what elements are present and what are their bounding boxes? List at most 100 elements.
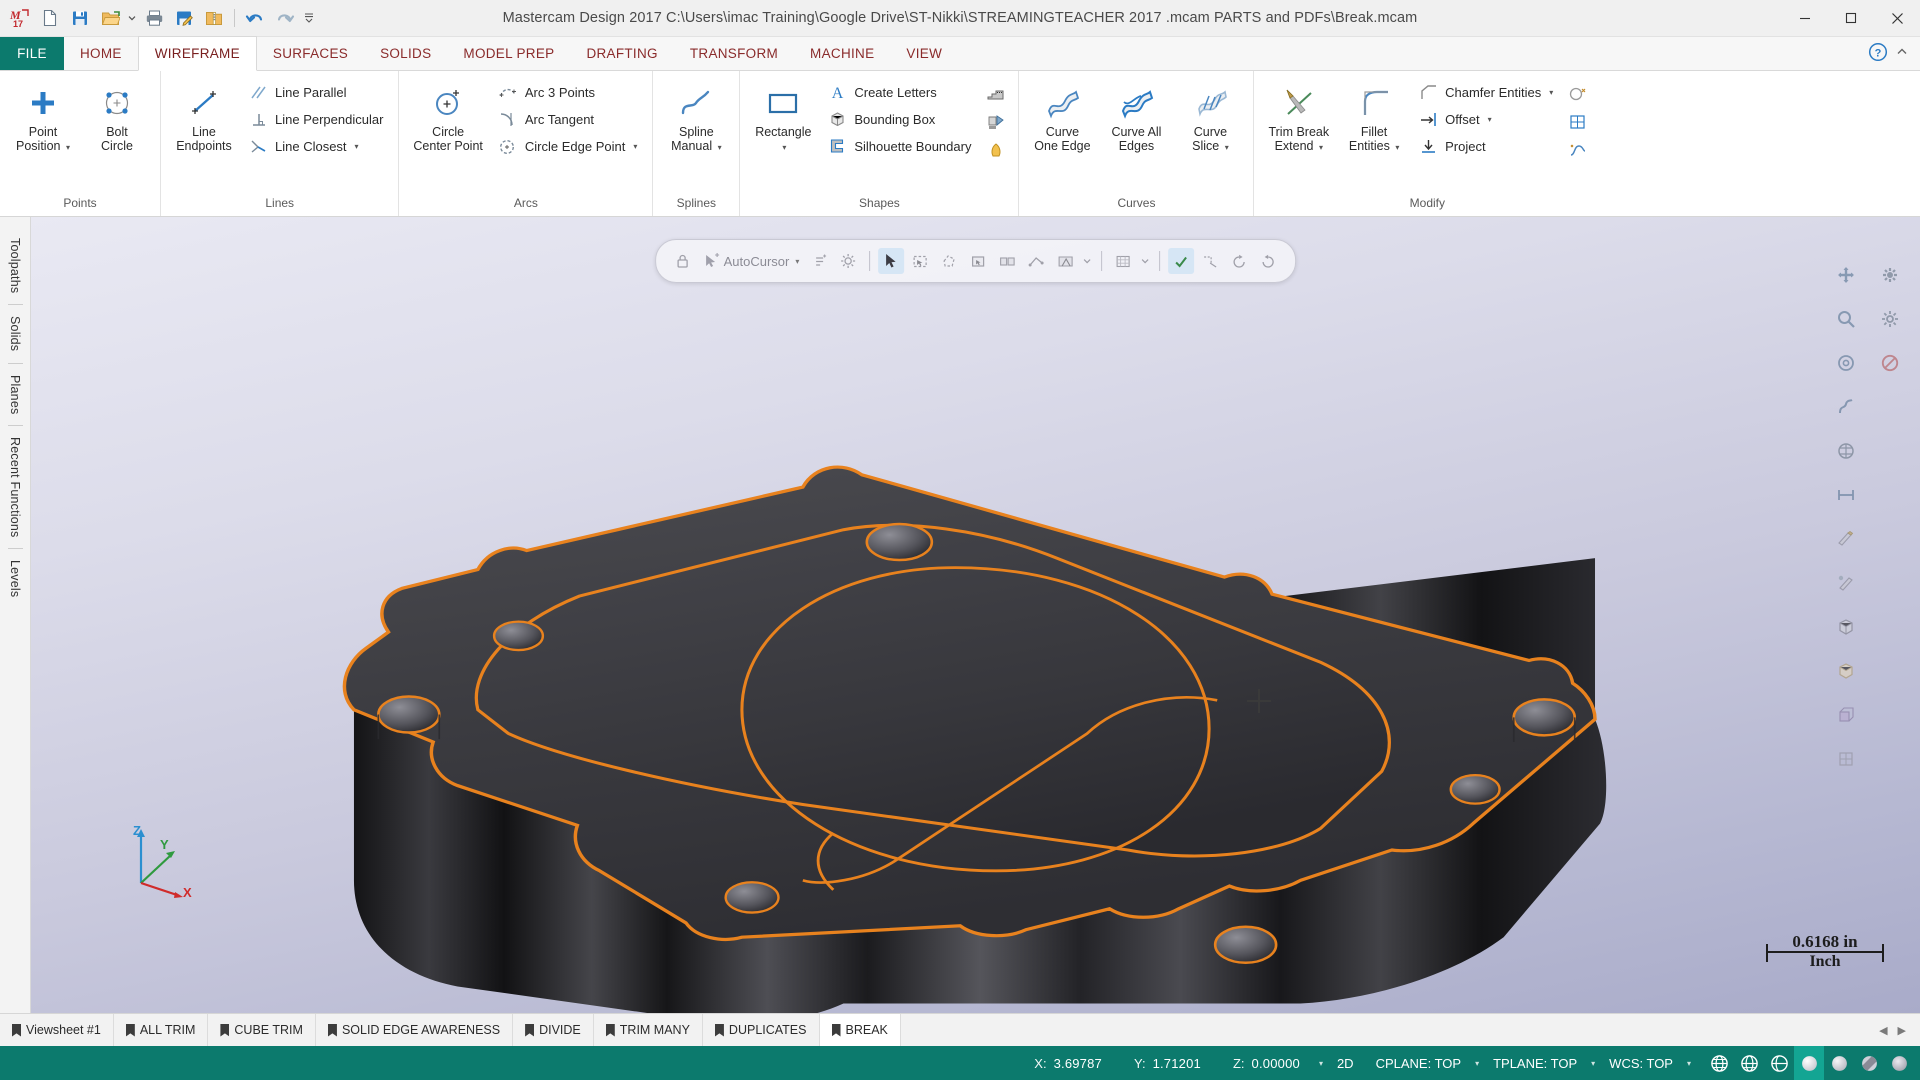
viewsheet-tab[interactable]: SOLID EDGE AWARENESS bbox=[316, 1014, 514, 1046]
line-endpoints-button[interactable]: Line Endpoints bbox=[169, 77, 239, 156]
relief-shape-icon[interactable] bbox=[982, 108, 1010, 135]
line-closest-button[interactable]: Line Closest ▾ bbox=[243, 133, 390, 159]
zoom-target-icon[interactable] bbox=[1826, 343, 1866, 383]
translucent-display-icon[interactable] bbox=[1854, 1046, 1884, 1080]
maximize-button[interactable] bbox=[1828, 0, 1874, 36]
line-parallel-button[interactable]: Line Parallel bbox=[243, 79, 390, 105]
turbine-shape-icon[interactable] bbox=[982, 136, 1010, 163]
viewsheet-tab-break[interactable]: BREAK bbox=[819, 1014, 901, 1046]
bolt-circle-button[interactable]: Bolt Circle bbox=[82, 77, 152, 156]
create-letters-button[interactable]: A Create Letters bbox=[822, 79, 978, 105]
tab-model-prep[interactable]: MODEL PREP bbox=[447, 37, 570, 70]
status-tplane[interactable]: TPLANE: TOP bbox=[1482, 1046, 1588, 1080]
modify-grid-icon[interactable] bbox=[1564, 108, 1592, 135]
collapse-ribbon-icon[interactable] bbox=[1896, 46, 1908, 61]
save-icon[interactable] bbox=[66, 4, 94, 32]
tplane-dropdown-icon[interactable]: ▾ bbox=[1588, 1059, 1598, 1068]
select-window-icon[interactable] bbox=[907, 248, 933, 274]
new-file-icon[interactable] bbox=[36, 4, 64, 32]
dynamic-rotate-icon[interactable] bbox=[1826, 387, 1866, 427]
circle-edge-point-button[interactable]: Circle Edge Point ▾ bbox=[493, 133, 644, 159]
tab-wireframe[interactable]: WIREFRAME bbox=[137, 36, 257, 71]
graphics-viewport[interactable]: AutoCursor ▾ Z Y X 0.6168 in Inch bbox=[31, 217, 1920, 1013]
z-dropdown-icon[interactable]: ▾ bbox=[1316, 1059, 1326, 1068]
sidebar-tab-planes[interactable]: Planes bbox=[8, 366, 22, 423]
circle-edge-point-caret-icon[interactable]: ▾ bbox=[633, 142, 637, 151]
chamfer-caret-icon[interactable]: ▾ bbox=[1549, 88, 1553, 97]
arc-3-points-button[interactable]: Arc 3 Points bbox=[493, 79, 644, 105]
project-button[interactable]: Project bbox=[1413, 133, 1560, 159]
shaded-solid-icon[interactable] bbox=[1826, 607, 1866, 647]
fit-view-icon[interactable] bbox=[1826, 255, 1866, 295]
view-settings-icon[interactable] bbox=[1870, 299, 1910, 339]
trim-break-extend-button[interactable]: Trim Break Extend ▾ bbox=[1262, 77, 1335, 157]
sidebar-tab-recent-functions[interactable]: Recent Functions bbox=[8, 428, 22, 546]
viewsheet-prev-icon[interactable]: ◀ bbox=[1879, 1024, 1887, 1037]
minimize-button[interactable] bbox=[1782, 0, 1828, 36]
autocursor-control[interactable]: AutoCursor ▾ bbox=[699, 253, 804, 269]
viewsheet-tab[interactable]: TRIM MANY bbox=[594, 1014, 703, 1046]
tab-solids[interactable]: SOLIDS bbox=[364, 37, 447, 70]
viewsheet-tab[interactable]: CUBE TRIM bbox=[208, 1014, 316, 1046]
undo-selection-icon[interactable] bbox=[1255, 248, 1281, 274]
fillet-entities-button[interactable]: Fillet Entities ▾ bbox=[1339, 77, 1409, 157]
analyze-entity-icon[interactable] bbox=[1826, 519, 1866, 559]
viewsheet-tab[interactable]: ALL TRIM bbox=[114, 1014, 209, 1046]
select-mode-dropdown-icon[interactable] bbox=[1081, 248, 1093, 274]
autocursor-gear-icon[interactable] bbox=[835, 248, 861, 274]
chamfer-entities-button[interactable]: Chamfer Entities ▾ bbox=[1413, 79, 1560, 105]
shaded-display-icon[interactable] bbox=[1794, 1046, 1824, 1080]
help-question-icon[interactable]: ? bbox=[1868, 42, 1888, 65]
line-closest-caret-icon[interactable]: ▾ bbox=[355, 142, 359, 151]
viewsheet-tab[interactable]: Viewsheet #1 bbox=[0, 1014, 114, 1046]
tab-surfaces[interactable]: SURFACES bbox=[257, 37, 364, 70]
tab-drafting[interactable]: DRAFTING bbox=[570, 37, 673, 70]
tab-view[interactable]: VIEW bbox=[890, 37, 958, 70]
wireframe-view-icon[interactable] bbox=[1826, 695, 1866, 735]
customize-qat-icon[interactable] bbox=[301, 4, 317, 32]
zip2go-icon[interactable] bbox=[200, 4, 228, 32]
offset-button[interactable]: Offset ▾ bbox=[1413, 106, 1560, 132]
sidebar-tab-toolpaths[interactable]: Toolpaths bbox=[8, 229, 22, 302]
status-wcs[interactable]: WCS: TOP bbox=[1598, 1046, 1684, 1080]
offset-caret-icon[interactable]: ▾ bbox=[1488, 115, 1492, 124]
tab-file[interactable]: FILE bbox=[0, 37, 64, 70]
zoom-window-icon[interactable] bbox=[1826, 299, 1866, 339]
status-cplane[interactable]: CPLANE: TOP bbox=[1365, 1046, 1473, 1080]
select-mask-dropdown-icon[interactable] bbox=[1139, 248, 1151, 274]
select-polygon-icon[interactable] bbox=[936, 248, 962, 274]
end-selection-icon[interactable] bbox=[1168, 248, 1195, 274]
point-position-button[interactable]: Point Position ▾ bbox=[8, 77, 78, 157]
save-as-icon[interactable] bbox=[170, 4, 198, 32]
undo-icon[interactable] bbox=[241, 4, 269, 32]
sidebar-tab-levels[interactable]: Levels bbox=[8, 551, 22, 606]
wireframe-display-icon[interactable] bbox=[1704, 1046, 1734, 1080]
select-area-icon[interactable] bbox=[1052, 248, 1078, 274]
close-button[interactable] bbox=[1874, 0, 1920, 36]
shaded-wireframe-icon[interactable] bbox=[1826, 651, 1866, 691]
circle-center-point-button[interactable]: Circle Center Point bbox=[407, 77, 488, 156]
redo-icon[interactable] bbox=[271, 4, 299, 32]
autocursor-settings-icon[interactable] bbox=[806, 248, 832, 274]
open-folder-icon[interactable] bbox=[96, 4, 124, 32]
select-single-icon[interactable] bbox=[965, 248, 991, 274]
reselect-icon[interactable] bbox=[1226, 248, 1252, 274]
lock-icon[interactable] bbox=[670, 248, 696, 274]
print-icon[interactable] bbox=[140, 4, 168, 32]
curve-slice-button[interactable]: Curve Slice ▾ bbox=[1175, 77, 1245, 157]
view-manager-icon[interactable] bbox=[1870, 255, 1910, 295]
stair-shape-icon[interactable] bbox=[982, 80, 1010, 107]
mastercam-17-logo[interactable]: M 17 bbox=[6, 4, 34, 32]
silhouette-boundary-button[interactable]: Silhouette Boundary bbox=[822, 133, 978, 159]
unselect-all-icon[interactable] bbox=[1197, 248, 1223, 274]
status-2d-toggle[interactable]: 2D bbox=[1326, 1046, 1365, 1080]
viewsheet-tab[interactable]: DIVIDE bbox=[513, 1014, 594, 1046]
sidebar-tab-solids[interactable]: Solids bbox=[8, 307, 22, 360]
viewsheet-tab[interactable]: DUPLICATES bbox=[703, 1014, 820, 1046]
tab-home[interactable]: HOME bbox=[64, 37, 138, 70]
render-quality-icon[interactable] bbox=[1826, 739, 1866, 779]
cplane-dropdown-icon[interactable]: ▾ bbox=[1472, 1059, 1482, 1068]
analyze-chain-icon[interactable] bbox=[1826, 563, 1866, 603]
modify-spline-icon[interactable] bbox=[1564, 136, 1592, 163]
curve-all-edges-button[interactable]: Curve All Edges bbox=[1101, 77, 1171, 156]
